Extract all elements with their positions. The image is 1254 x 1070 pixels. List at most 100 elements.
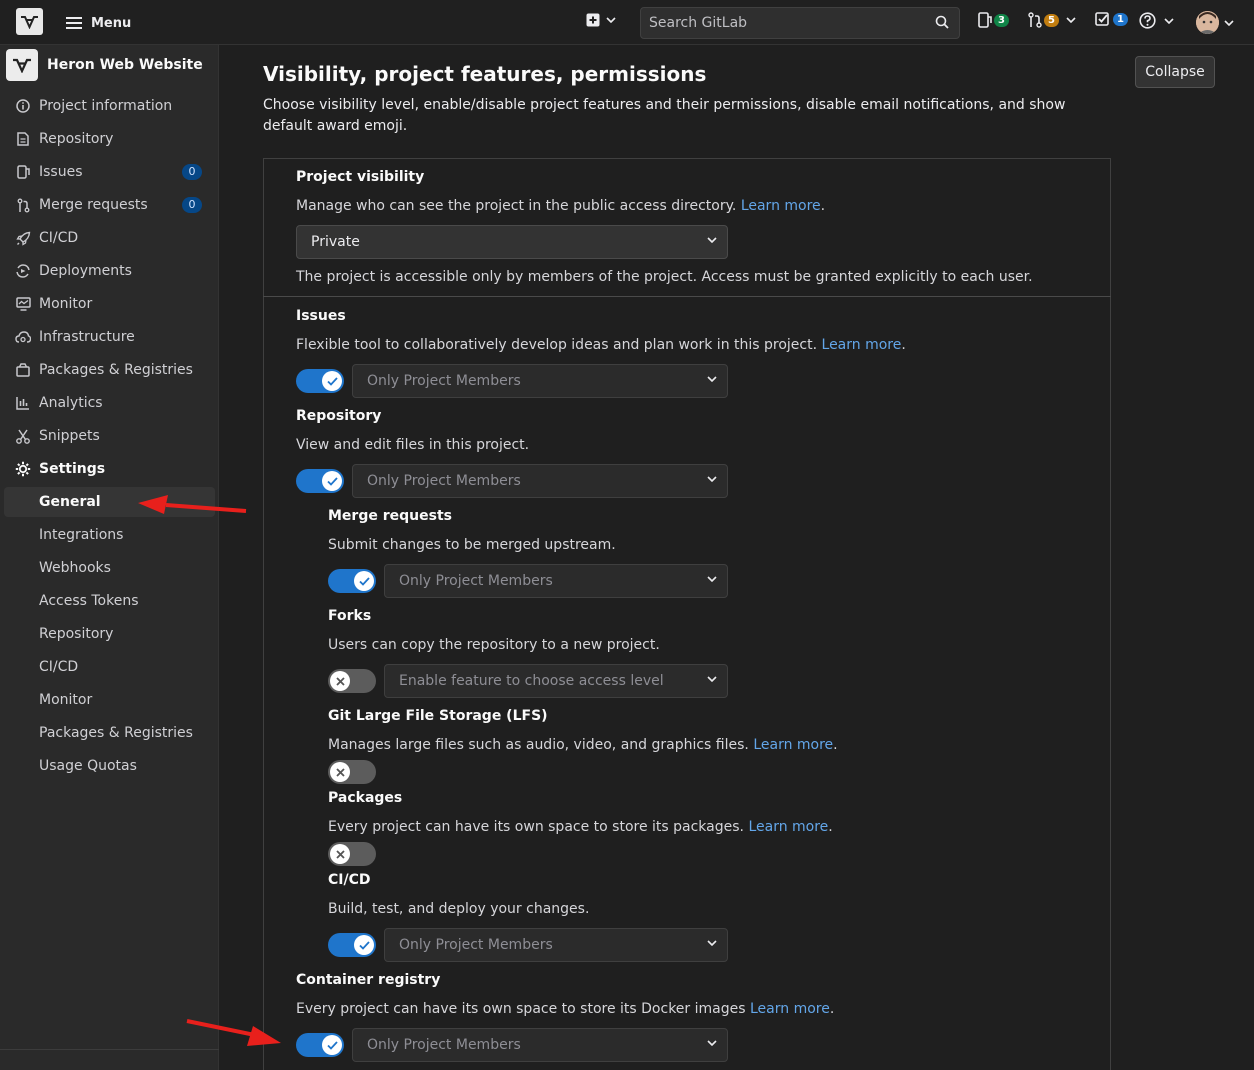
sidebar-item-cicd[interactable]: CI/CD <box>0 223 219 253</box>
settings-sub-monitor[interactable]: Monitor <box>0 685 219 715</box>
issues-count-badge: 3 <box>994 13 1009 27</box>
merge-requests-toggle[interactable] <box>328 569 376 593</box>
container-registry-title: Container registry <box>296 972 441 988</box>
period: . <box>833 737 838 753</box>
menu-button[interactable]: Menu <box>66 13 131 33</box>
info-icon <box>15 98 31 114</box>
settings-sub-usage-quotas[interactable]: Usage Quotas <box>0 751 219 781</box>
doc-icon <box>15 131 31 147</box>
settings-sub-integrations[interactable]: Integrations <box>0 520 219 550</box>
chevron-down-icon <box>1164 17 1174 24</box>
gear-icon <box>15 461 31 477</box>
forks-toggle[interactable] <box>328 669 376 693</box>
issues-shortcut[interactable]: 3 <box>978 12 1009 28</box>
search-input[interactable]: Search GitLab <box>640 7 960 39</box>
issues-description: Flexible tool to collaboratively develop… <box>296 337 906 353</box>
forks-description: Users can copy the repository to a new p… <box>328 637 660 653</box>
sidebar-item-packages-registries[interactable]: Packages & Registries <box>0 355 219 385</box>
sidebar-item-snippets[interactable]: Snippets <box>0 421 219 451</box>
sidebar-item-label: Analytics <box>39 395 103 411</box>
visibility-select-value: Private <box>311 234 360 250</box>
chevron-down-icon <box>707 476 717 482</box>
cicd-title: CI/CD <box>328 872 371 888</box>
app-logo-icon[interactable] <box>16 8 43 35</box>
forks-access-select[interactable]: Enable feature to choose access level <box>384 664 728 698</box>
check-icon <box>322 371 342 391</box>
sidebar-item-issues[interactable]: Issues 0 <box>0 157 219 187</box>
issues-toggle[interactable] <box>296 369 344 393</box>
lfs-learn-more-link[interactable]: Learn more <box>753 737 833 753</box>
settings-sub-access-tokens[interactable]: Access Tokens <box>0 586 219 616</box>
merge-requests-access-select[interactable]: Only Project Members <box>384 564 728 598</box>
merge-requests-shortcut[interactable]: 5 <box>1028 12 1076 28</box>
visibility-note: The project is accessible only by member… <box>296 269 1033 285</box>
settings-sub-repository[interactable]: Repository <box>0 619 219 649</box>
check-icon <box>322 471 342 491</box>
issues-access-value: Only Project Members <box>367 373 521 389</box>
issues-icon <box>15 164 31 180</box>
collapse-button[interactable]: Collapse <box>1135 56 1215 88</box>
check-icon <box>354 571 374 591</box>
sidebar-item-infrastructure[interactable]: Infrastructure <box>0 322 219 352</box>
sidebar-item-monitor[interactable]: Monitor <box>0 289 219 319</box>
mr-count-badge: 5 <box>1044 13 1059 27</box>
cicd-toggle[interactable] <box>328 933 376 957</box>
todos-shortcut[interactable]: 1 <box>1095 12 1128 27</box>
search-placeholder: Search GitLab <box>649 15 748 31</box>
packages-learn-more-link[interactable]: Learn more <box>748 819 828 835</box>
chevron-down-icon <box>707 376 717 382</box>
sidebar-subitem-label: Webhooks <box>39 560 111 576</box>
forks-title: Forks <box>328 608 372 624</box>
settings-sub-cicd[interactable]: CI/CD <box>0 652 219 682</box>
lfs-desc-text: Manages large files such as audio, video… <box>328 737 749 753</box>
section-description: Choose visibility level, enable/disable … <box>263 97 1066 134</box>
sidebar-item-label: Project information <box>39 98 173 114</box>
chevron-down-icon <box>1224 20 1234 26</box>
visibility-title: Project visibility <box>296 169 425 185</box>
visibility-select[interactable]: Private <box>296 225 728 259</box>
new-item-dropdown[interactable] <box>586 13 616 27</box>
help-dropdown[interactable] <box>1139 12 1174 29</box>
settings-sub-webhooks[interactable]: Webhooks <box>0 553 219 583</box>
sidebar-item-repository[interactable]: Repository <box>0 124 219 154</box>
period: . <box>828 819 833 835</box>
container-registry-toggle[interactable] <box>296 1033 344 1057</box>
sidebar-item-label: Deployments <box>39 263 132 279</box>
sidebar-subitem-label: Monitor <box>39 692 93 708</box>
visibility-desc-text: Manage who can see the project in the pu… <box>296 198 737 214</box>
sidebar-subitem-label: Packages & Registries <box>39 725 193 741</box>
deployments-icon <box>15 263 31 279</box>
sidebar-item-settings[interactable]: Settings <box>0 454 219 484</box>
annotation-arrow-icon <box>186 1019 281 1046</box>
sidebar-item-merge-requests[interactable]: Merge requests 0 <box>0 190 219 220</box>
sidebar-item-label: Settings <box>39 461 106 477</box>
repository-access-select[interactable]: Only Project Members <box>352 464 728 498</box>
merge-requests-description: Submit changes to be merged upstream. <box>328 537 616 553</box>
issues-learn-more-link[interactable]: Learn more <box>822 337 902 353</box>
help-icon <box>1139 12 1156 29</box>
container-registry-learn-more-link[interactable]: Learn more <box>750 1001 830 1017</box>
settings-sub-packages-registries[interactable]: Packages & Registries <box>0 718 219 748</box>
packages-title: Packages <box>328 790 403 806</box>
user-avatar[interactable] <box>1196 11 1219 34</box>
project-sidebar: Heron Web Website Project information Re… <box>0 45 219 1070</box>
sidebar-subitem-label: General <box>39 494 101 510</box>
todo-check-icon <box>1095 12 1109 26</box>
sidebar-item-analytics[interactable]: Analytics <box>0 388 219 418</box>
project-header-link[interactable]: Heron Web Website <box>6 49 203 81</box>
cicd-access-select[interactable]: Only Project Members <box>384 928 728 962</box>
visibility-learn-more-link[interactable]: Learn more <box>741 198 821 214</box>
issues-access-select[interactable]: Only Project Members <box>352 364 728 398</box>
chevron-down-icon <box>707 576 717 582</box>
packages-toggle[interactable] <box>328 842 376 866</box>
container-registry-description: Every project can have its own space to … <box>296 1001 834 1017</box>
sidebar-item-project-information[interactable]: Project information <box>0 91 219 121</box>
container-registry-access-select[interactable]: Only Project Members <box>352 1028 728 1062</box>
repository-title: Repository <box>296 408 382 424</box>
repository-toggle[interactable] <box>296 469 344 493</box>
sidebar-subitem-label: Repository <box>39 626 114 642</box>
sidebar-item-deployments[interactable]: Deployments <box>0 256 219 286</box>
issues-count-badge: 0 <box>182 164 202 180</box>
issues-title: Issues <box>296 308 346 324</box>
lfs-toggle[interactable] <box>328 760 376 784</box>
